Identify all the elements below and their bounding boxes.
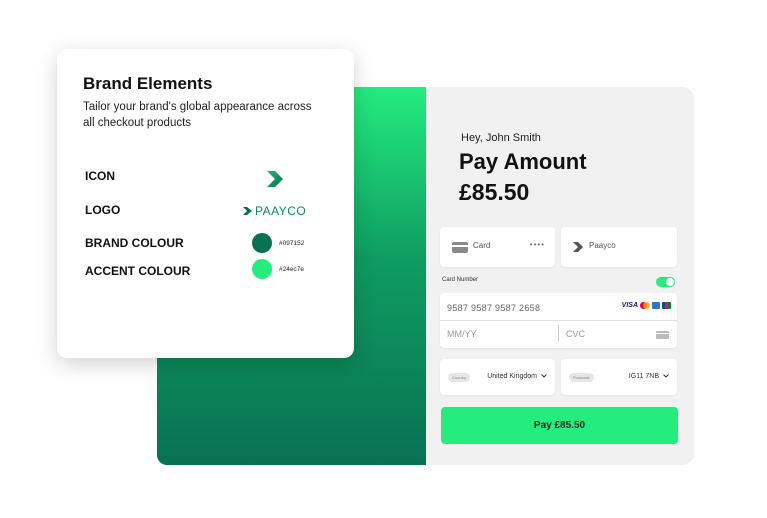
chevron-down-icon xyxy=(663,374,669,378)
accent-colour-hex: #24ec7e xyxy=(279,266,304,273)
country-select[interactable]: Country United Kingdom xyxy=(440,359,555,395)
greeting: Hey, John Smith xyxy=(461,132,541,144)
cvc-card-icon xyxy=(656,331,669,339)
payment-method-paayco[interactable]: Paayco xyxy=(561,227,677,267)
expiry-input[interactable]: MM/YY xyxy=(447,329,477,339)
brand-colour-hex: #097152 xyxy=(279,240,305,247)
brand-colour-label: BRAND COLOUR xyxy=(85,236,184,250)
payment-method-card[interactable]: Card •••• xyxy=(440,227,555,267)
chevron-right-icon xyxy=(267,171,283,187)
paayco-chevron-icon xyxy=(243,207,252,215)
chevron-down-icon xyxy=(541,374,547,378)
paayco-chevron-icon xyxy=(573,242,583,252)
field-separator xyxy=(558,325,559,342)
icon-row-label: ICON xyxy=(85,169,115,183)
brand-elements-card: Brand Elements Tailor your brand's globa… xyxy=(57,49,354,358)
pay-title: Pay Amount xyxy=(459,149,587,174)
card-number-toggle[interactable] xyxy=(656,277,675,287)
brand-elements-description: Tailor your brand's global appearance ac… xyxy=(83,101,312,129)
accent-colour-swatch[interactable] xyxy=(252,259,272,279)
card-fields: 9587 9587 9587 2658 VISA MM/YY CVC xyxy=(440,293,677,348)
paayco-logo: PAAYCO xyxy=(242,204,306,218)
accent-colour-label: ACCENT COLOUR xyxy=(85,264,191,278)
credit-card-icon xyxy=(452,242,468,253)
logo-text: PAAYCO xyxy=(255,204,307,218)
field-divider xyxy=(440,320,677,321)
postcode-select[interactable]: Postcode IG11 7NB xyxy=(561,359,677,395)
card-brand-logos: VISA xyxy=(622,302,671,309)
amex-icon xyxy=(652,302,660,309)
method-label-paayco: Paayco xyxy=(589,241,616,250)
country-value: United Kingdom xyxy=(487,373,537,380)
card-number-input[interactable]: 9587 9587 9587 2658 xyxy=(447,303,540,313)
pay-amount: £85.50 xyxy=(459,179,530,205)
visa-icon: VISA xyxy=(621,302,638,309)
postcode-value: IG11 7NB xyxy=(628,373,659,380)
cvc-input[interactable]: CVC xyxy=(566,329,585,339)
card-number-label: Card Number xyxy=(442,277,479,283)
jcb-icon xyxy=(662,302,671,309)
country-label: Country xyxy=(448,373,471,382)
brand-colour-swatch[interactable] xyxy=(252,233,272,253)
brand-elements-title: Brand Elements xyxy=(83,74,213,93)
method-label-card: Card xyxy=(473,241,491,250)
postcode-label: Postcode xyxy=(569,373,594,382)
masked-digits: •••• xyxy=(529,240,545,249)
logo-row-label: LOGO xyxy=(85,203,121,217)
pay-button[interactable]: Pay £85.50 xyxy=(441,407,678,444)
checkout-panel: Hey, John Smith Pay Amount £85.50 Card •… xyxy=(426,87,694,465)
mastercard-icon xyxy=(640,302,650,309)
